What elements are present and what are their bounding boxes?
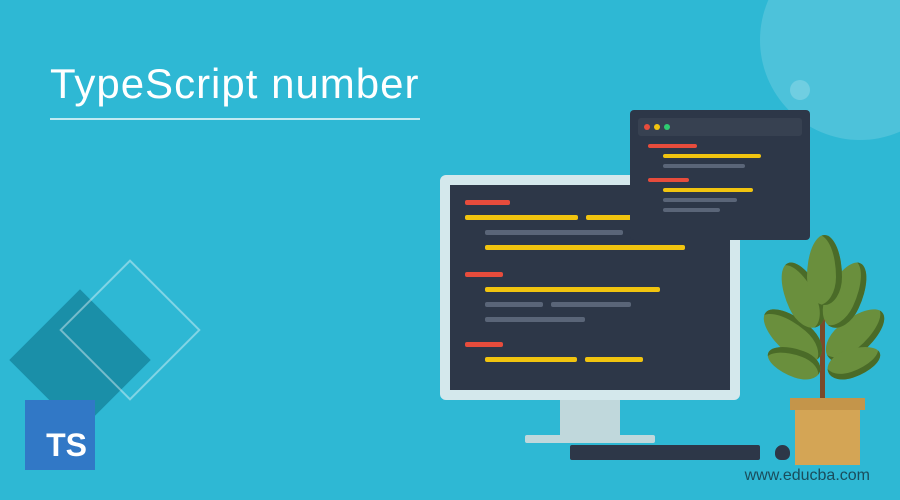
window-dot-green xyxy=(664,124,670,130)
code-line xyxy=(663,164,745,168)
code-line xyxy=(648,178,689,182)
code-line xyxy=(485,357,577,362)
keyboard-icon xyxy=(570,445,760,460)
plant-pot-rim xyxy=(790,398,865,410)
code-window-small xyxy=(630,110,810,240)
code-line xyxy=(663,188,753,192)
code-line xyxy=(585,357,643,362)
code-line xyxy=(465,342,503,347)
decorative-dot xyxy=(790,80,810,100)
plant-pot xyxy=(795,410,860,465)
code-line xyxy=(465,272,503,277)
code-line xyxy=(485,245,685,250)
title-underline xyxy=(50,118,420,120)
code-line xyxy=(465,200,510,205)
typescript-logo-icon: TS xyxy=(25,400,95,470)
window-header xyxy=(638,118,802,136)
logo-text: TS xyxy=(46,427,87,464)
code-line xyxy=(648,144,697,148)
monitor-base xyxy=(525,435,655,443)
code-line xyxy=(485,302,543,307)
page-title: TypeScript number xyxy=(50,60,420,108)
code-line xyxy=(485,230,623,235)
code-line xyxy=(485,317,585,322)
monitor-stand xyxy=(560,400,620,435)
code-line xyxy=(663,154,761,158)
code-line xyxy=(465,215,578,220)
code-line xyxy=(551,302,632,307)
code-line xyxy=(663,198,737,202)
plant-leaf xyxy=(807,235,842,305)
code-line xyxy=(485,287,660,292)
window-dot-red xyxy=(644,124,650,130)
code-line xyxy=(663,208,720,212)
website-url: www.educba.com xyxy=(745,467,870,485)
plant-decoration xyxy=(770,245,880,465)
window-dot-yellow xyxy=(654,124,660,130)
